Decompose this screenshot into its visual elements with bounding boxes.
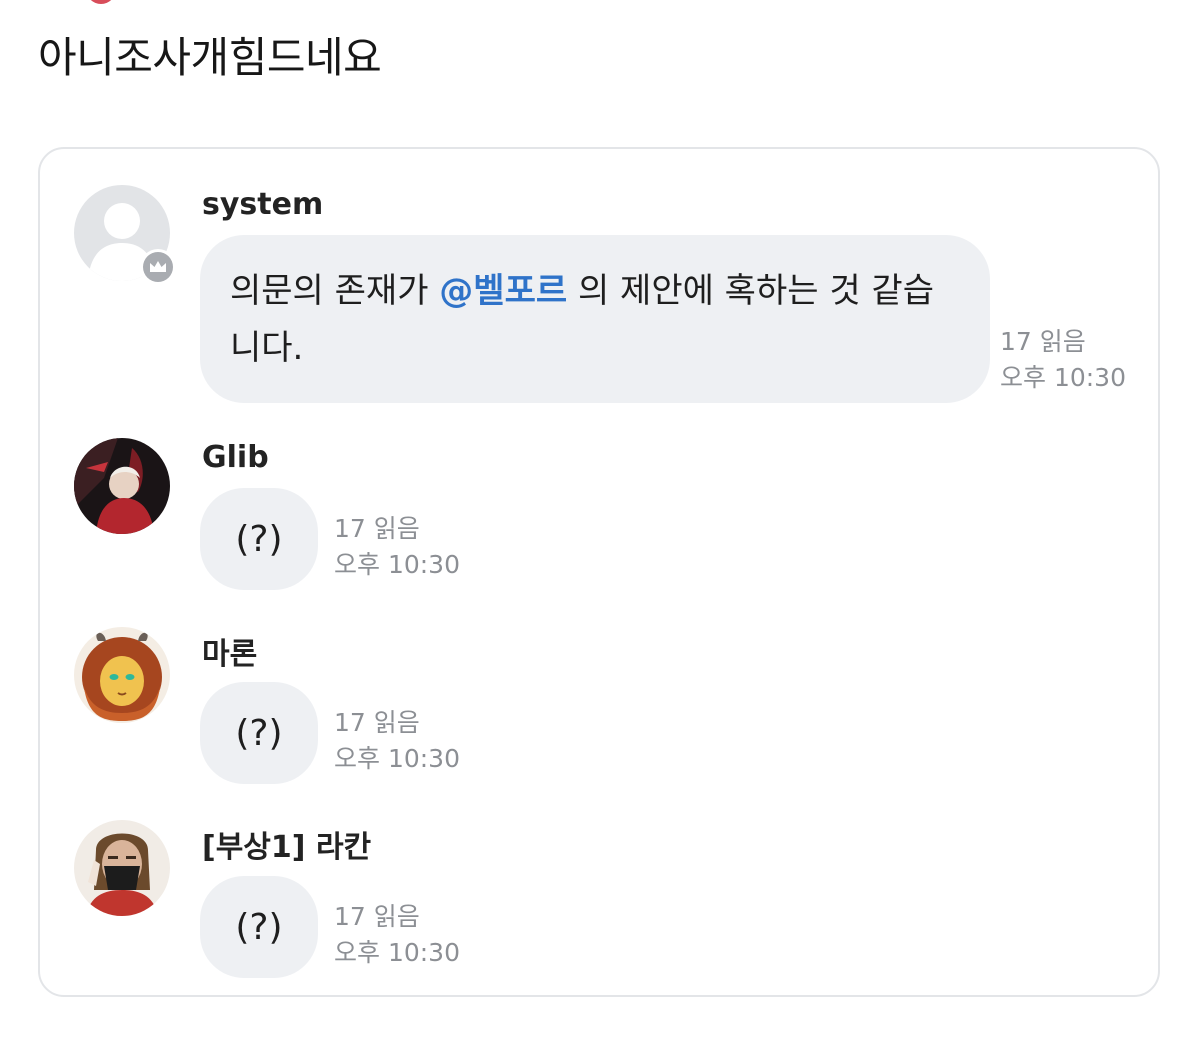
- post-title: 아니조사개힘드네요: [38, 33, 382, 82]
- message-time: 오후 10:30: [334, 744, 460, 773]
- message-text: 의문의 존재가: [230, 271, 440, 311]
- message-bubble[interactable]: (?): [200, 876, 318, 978]
- sender-name: system: [202, 187, 324, 222]
- read-count: 17 읽음: [334, 514, 420, 543]
- rakan-avatar[interactable]: [74, 820, 170, 916]
- sender-name: 마론: [202, 637, 258, 672]
- message-time: 오후 10:30: [334, 938, 460, 967]
- message-bubble[interactable]: (?): [200, 682, 318, 784]
- read-count: 17 읽음: [334, 902, 420, 931]
- rakan-avatar-icon: [74, 820, 170, 916]
- glib-avatar[interactable]: [74, 438, 170, 534]
- read-count: 17 읽음: [1000, 327, 1086, 356]
- maron-avatar-icon: [74, 627, 170, 723]
- crown-icon: [150, 261, 166, 272]
- sender-name: Glib: [202, 440, 269, 475]
- glib-avatar-icon: [74, 438, 170, 534]
- cropped-avatar-edge: [86, 0, 116, 4]
- message-time: 오후 10:30: [1000, 363, 1126, 392]
- admin-badge: [140, 249, 176, 285]
- chat-screenshot-card: system 의문의 존재가 @벨포르 의 제안에 혹하는 것 같습니다. 17…: [38, 147, 1160, 997]
- message-time: 오후 10:30: [334, 550, 460, 579]
- mention-link[interactable]: @벨포르: [439, 271, 567, 311]
- message-bubble[interactable]: (?): [200, 488, 318, 590]
- sender-name: [부상1] 라칸: [202, 830, 372, 865]
- maron-avatar[interactable]: [74, 627, 170, 723]
- message-bubble[interactable]: 의문의 존재가 @벨포르 의 제안에 혹하는 것 같습니다.: [200, 235, 990, 403]
- read-count: 17 읽음: [334, 708, 420, 737]
